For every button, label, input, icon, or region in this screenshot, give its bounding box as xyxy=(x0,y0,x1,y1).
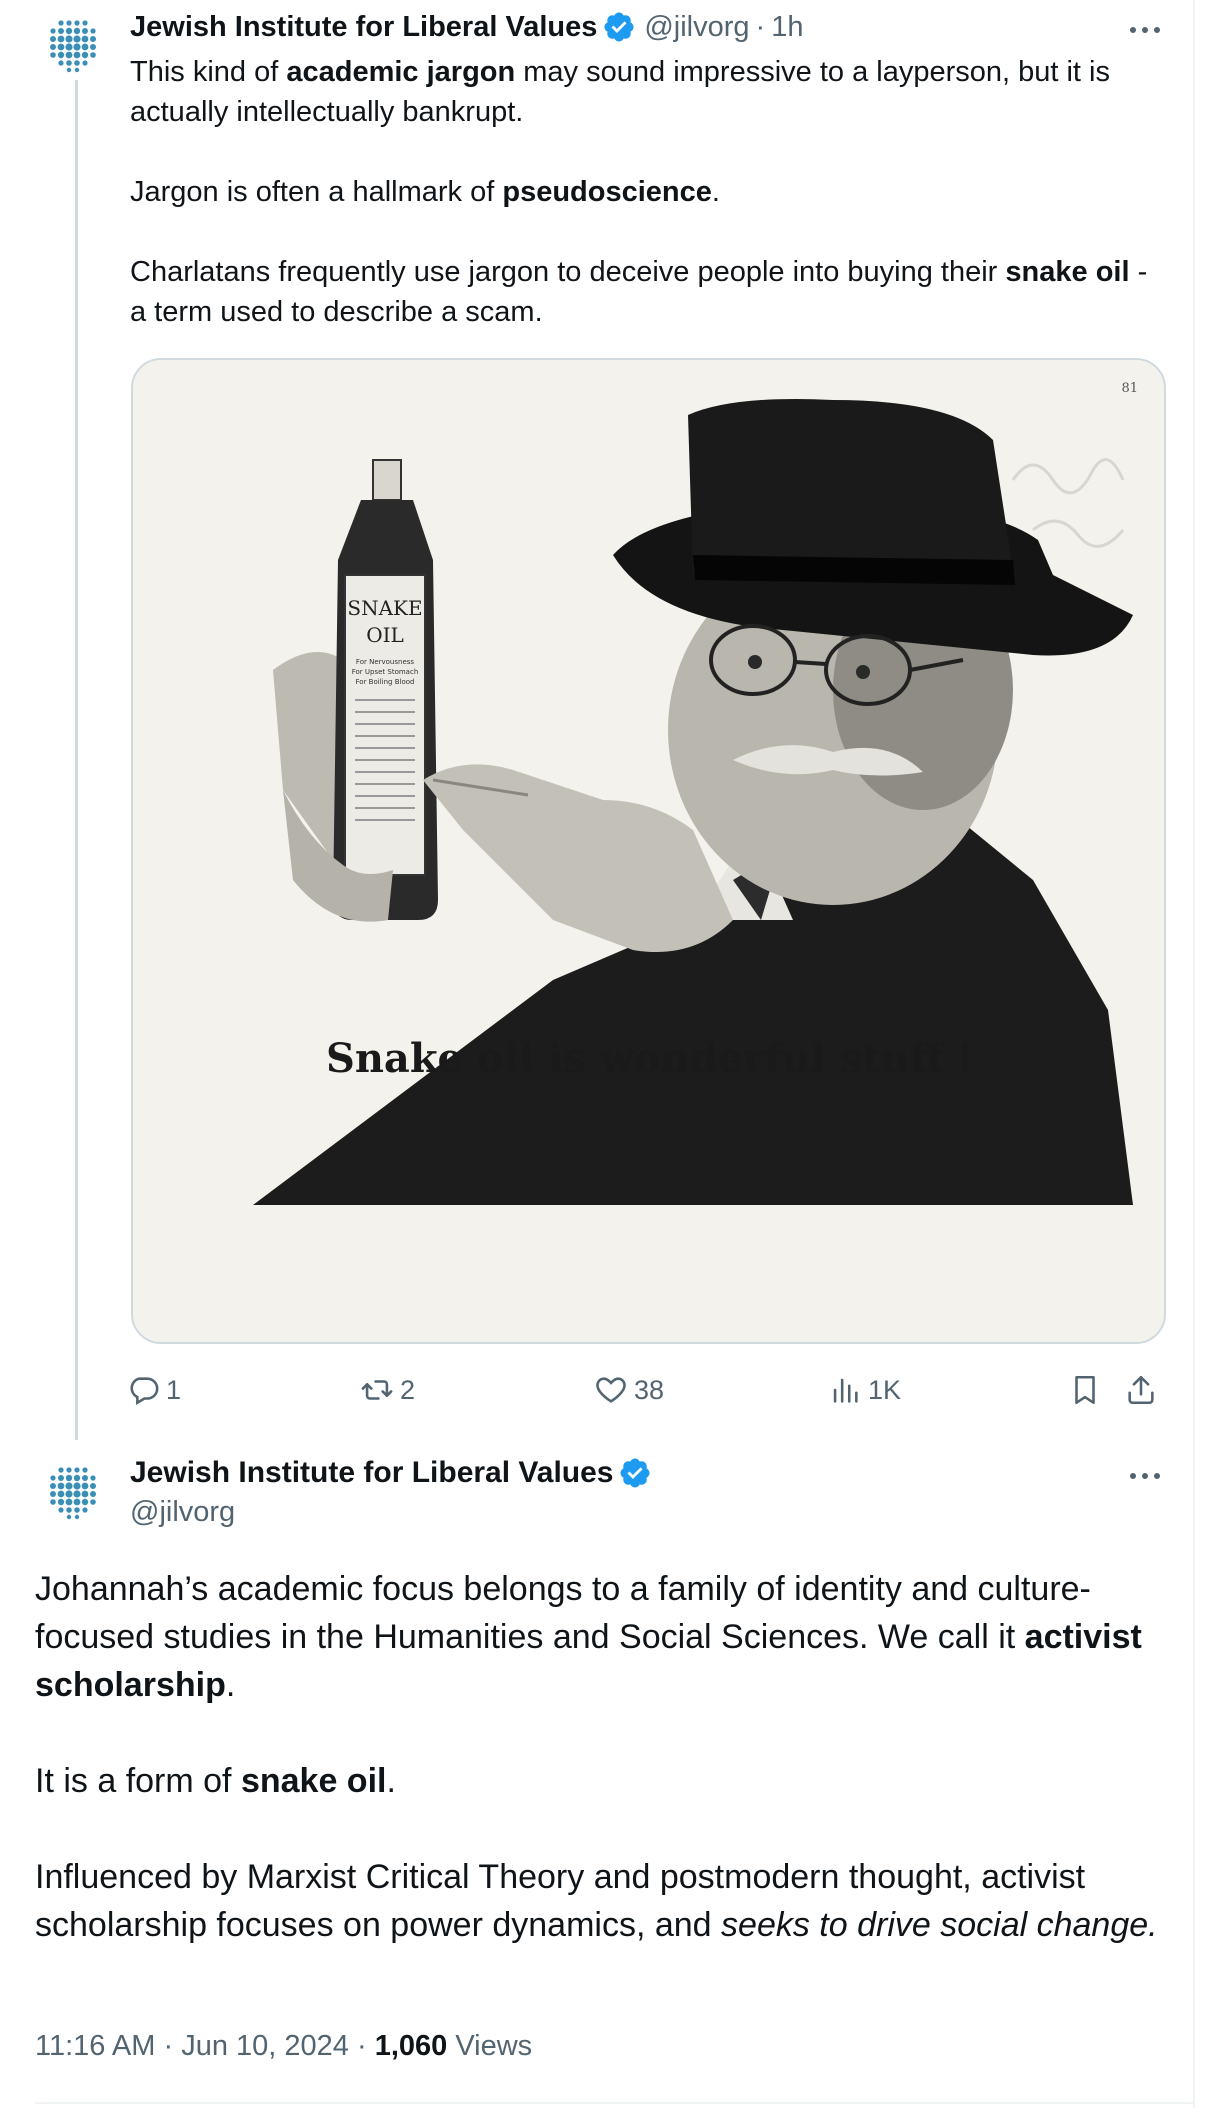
reply-count: 1 xyxy=(166,1374,182,1405)
reply-text: This kind of academic jargon may sound i… xyxy=(130,52,1170,332)
bookmark-icon xyxy=(1075,1375,1095,1405)
views-label: Views xyxy=(455,2030,533,2062)
more-icon[interactable] xyxy=(1125,20,1165,40)
post-time[interactable]: 11:16 AM xyxy=(35,2030,155,2062)
more-icon[interactable] xyxy=(1125,1466,1165,1486)
separator: · xyxy=(755,10,766,43)
post-date[interactable]: Jun 10, 2024 xyxy=(181,2030,349,2062)
author-handle[interactable]: @jilvorg xyxy=(130,1496,235,1529)
views-icon xyxy=(833,1378,858,1403)
thread-connector-line xyxy=(75,80,78,1440)
like-count: 38 xyxy=(634,1374,665,1405)
paragraph: Charlatans frequently use jargon to dece… xyxy=(130,256,1148,328)
like-icon xyxy=(596,1377,626,1403)
share-icon xyxy=(1128,1375,1154,1405)
paragraph: Influenced by Marxist Critical Theory an… xyxy=(35,1858,1158,1944)
bookmark-button[interactable] xyxy=(1068,1365,1108,1415)
page-number: 81 xyxy=(1121,381,1138,396)
tweet-image[interactable]: 81 SNAKE OIL For Nervousness For Upset S… xyxy=(131,358,1166,1344)
jilv-logo-icon xyxy=(50,1467,96,1520)
share-button[interactable] xyxy=(1124,1365,1164,1415)
reply-icon xyxy=(130,1377,159,1406)
reply-action[interactable]: 1 xyxy=(126,1365,181,1415)
jilv-logo-icon xyxy=(50,20,96,73)
avatar[interactable] xyxy=(45,1465,101,1521)
repost-icon xyxy=(361,1380,393,1400)
views-action[interactable]: 1K xyxy=(828,1365,901,1415)
bottle-use: For Boiling Blood xyxy=(356,678,415,686)
main-tweet-text: Johannah’s academic focus belongs to a f… xyxy=(35,1565,1165,1949)
author-name[interactable]: Jewish Institute for Liberal Values xyxy=(130,1456,613,1490)
repost-action[interactable]: 2 xyxy=(360,1365,415,1415)
timestamp[interactable]: 1h xyxy=(771,11,803,44)
bottle-use: For Upset Stomach xyxy=(352,668,419,676)
avatar[interactable] xyxy=(45,18,101,74)
snake-oil-ad-illustration: 81 SNAKE OIL For Nervousness For Upset S… xyxy=(133,360,1164,1342)
paragraph: This kind of academic jargon may sound i… xyxy=(130,56,1110,128)
main-header: Jewish Institute for Liberal Values xyxy=(130,1456,652,1490)
paragraph: It is a form of snake oil. xyxy=(35,1762,396,1800)
tweet-metadata: 11:16 AM · Jun 10, 2024 · 1,060 Views xyxy=(35,2030,533,2062)
image-caption: Snake oil is wonderful stuff ! xyxy=(326,1035,974,1082)
like-action[interactable]: 38 xyxy=(594,1365,664,1415)
tweet-thread: Jewish Institute for Liberal Values @jil… xyxy=(0,0,1195,2108)
divider xyxy=(35,2102,1195,2104)
reply-header: Jewish Institute for Liberal Values @jil… xyxy=(130,10,803,44)
paragraph: Johannah’s academic focus belongs to a f… xyxy=(35,1570,1142,1704)
bottle-label-line1: SNAKE xyxy=(347,596,422,620)
views-count: 1K xyxy=(868,1374,902,1405)
author-name[interactable]: Jewish Institute for Liberal Values xyxy=(130,11,597,44)
bottle-label-line2: OIL xyxy=(366,623,404,647)
verified-badge-icon xyxy=(618,1456,652,1490)
verified-badge-icon xyxy=(602,10,636,44)
views-total: 1,060 xyxy=(374,2030,448,2062)
bottle-use: For Nervousness xyxy=(356,658,414,666)
author-handle[interactable]: @jilvorg xyxy=(644,11,749,44)
repost-count: 2 xyxy=(400,1374,416,1405)
paragraph: Jargon is often a hallmark of pseudoscie… xyxy=(130,176,720,208)
